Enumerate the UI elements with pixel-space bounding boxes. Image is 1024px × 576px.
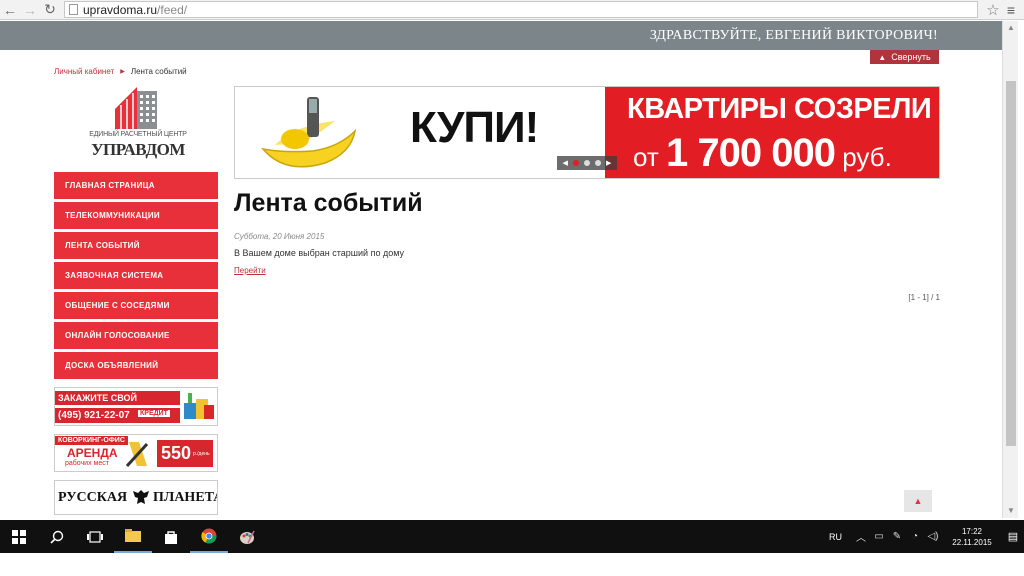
page-icon	[69, 4, 78, 15]
chevron-up-icon: ▲	[878, 52, 887, 62]
paint-cans-icon	[184, 393, 214, 419]
banner-price: 1 700 000	[666, 131, 836, 175]
battery-icon[interactable]: ▭	[870, 531, 888, 542]
url-host: upravdoma.ru	[83, 2, 158, 17]
file-explorer-icon[interactable]	[114, 520, 152, 553]
russian-planet-ad-banner[interactable]: РУССКАЯ ПЛАНЕТА	[54, 480, 218, 515]
cowork-ad-unit: р./день	[193, 451, 210, 457]
notifications-icon[interactable]: ▤	[1002, 530, 1024, 543]
slider-dot-1[interactable]	[572, 160, 579, 166]
page-scrollbar[interactable]: ▲ ▼	[1002, 21, 1018, 518]
slider-dot-2[interactable]	[583, 160, 590, 166]
task-view-icon[interactable]	[76, 520, 114, 553]
logo-subtitle: ЕДИНЫЙ РАСЧЕТНЫЙ ЦЕНТР	[89, 131, 187, 138]
breadcrumb-arrow-icon: ▶	[120, 69, 125, 75]
pagination-info: [1 - 1] / 1	[908, 293, 940, 302]
os-taskbar: RU ︿ ▭ ✎ ◔ ◁) 17:22 22.11.2015 ▤	[0, 520, 1024, 553]
pen-icon[interactable]: ✎	[888, 531, 906, 542]
slider-controls: ◀ ▶	[557, 156, 617, 170]
scroll-up-arrow-icon[interactable]: ▲	[1003, 21, 1019, 35]
bookmark-star-icon[interactable]: ☆	[984, 1, 1002, 19]
screen-bottom-margin	[0, 553, 1024, 576]
search-icon[interactable]	[38, 520, 76, 553]
double-eagle-icon	[133, 490, 149, 504]
banner-left-panel: КУПИ!	[235, 87, 605, 178]
slider-next-icon[interactable]: ▶	[606, 159, 611, 167]
clock-time: 17:22	[961, 526, 983, 536]
event-date: Суббота, 20 Июня 2015	[234, 232, 325, 241]
collapse-button[interactable]: ▲ Свернуть	[870, 50, 939, 64]
sidebar-item-home[interactable]: ГЛАВНАЯ СТРАНИЦА	[54, 172, 218, 199]
scroll-down-arrow-icon[interactable]: ▼	[1003, 504, 1019, 518]
tools-icon	[125, 442, 149, 468]
sidebar-item-neighbors[interactable]: ОБЩЕНИЕ С СОСЕДЯМИ	[54, 292, 218, 319]
sidebar-item-requests[interactable]: ЗАЯВОЧНАЯ СИСТЕМА	[54, 262, 218, 289]
logo-name: УПРАВДОМ	[91, 140, 185, 159]
chevron-up-icon[interactable]: ︿	[852, 529, 870, 544]
store-icon[interactable]	[152, 520, 190, 553]
sidebar-item-feed[interactable]: ЛЕНТА СОБЫТИЙ	[54, 232, 218, 259]
sidebar-nav: ГЛАВНАЯ СТРАНИЦА ТЕЛЕКОММУНИКАЦИИ ЛЕНТА …	[54, 172, 218, 382]
system-tray: RU ︿ ▭ ✎ ◔ ◁) 17:22 22.11.2015 ▤	[829, 520, 1024, 553]
sidebar-item-voting[interactable]: ОНЛАЙН ГОЛОСОВАНИЕ	[54, 322, 218, 349]
chrome-icon[interactable]	[190, 520, 228, 553]
scrollbar-thumb[interactable]	[1006, 81, 1016, 446]
repair-ad-headline: ЗАКАЖИТЕ СВОЙ РЕМОНТ!	[55, 391, 180, 417]
browser-menu-icon[interactable]: ≡	[1002, 2, 1020, 18]
banner-right-panel: КВАРТИРЫ СОЗРЕЛИ от 1 700 000 руб.	[605, 87, 939, 178]
banner-headline: КВАРТИРЫ СОЗРЕЛИ	[627, 93, 932, 125]
clock-date: 22.11.2015	[952, 537, 992, 547]
cowork-ad-label: КОВОРКИНГ-ОФИС	[55, 436, 128, 445]
event-text: В Вашем доме выбран старший по дому	[234, 248, 404, 258]
user-greeting: ЗДРАВСТВУЙТЕ, ЕВГЕНИЙ ВИКТОРОВИЧ!	[649, 28, 938, 43]
taskbar-clock[interactable]: 17:22 22.11.2015	[942, 526, 1002, 548]
planet-ad-word1: РУССКАЯ	[58, 490, 128, 505]
event-open-link[interactable]: Перейти	[234, 266, 266, 275]
banner-price-prefix: от	[633, 142, 659, 172]
breadcrumb: Личный кабинет ▶ Лента событий	[54, 67, 187, 76]
breadcrumb-current: Лента событий	[130, 67, 187, 76]
banner-price-line: от 1 700 000 руб.	[633, 131, 892, 176]
planet-ad-word2: ПЛАНЕТА	[153, 490, 218, 505]
paint-app-icon[interactable]	[228, 520, 266, 553]
url-path: /feed/	[157, 2, 188, 17]
banana-phone-icon	[261, 97, 357, 168]
sidebar-item-telecom[interactable]: ТЕЛЕКОММУНИКАЦИИ	[54, 202, 218, 229]
back-arrow-icon[interactable]: ←	[0, 0, 20, 20]
coworking-ad-banner[interactable]: КОВОРКИНГ-ОФИС АРЕНДА рабочих мест 550 р…	[54, 434, 218, 472]
slider-prev-icon[interactable]: ◀	[563, 159, 568, 167]
promo-banner[interactable]: КУПИ! КВАРТИРЫ СОЗРЕЛИ от 1 700 000 руб.…	[234, 86, 940, 179]
building-logo-icon	[115, 87, 157, 129]
page-title: Лента событий	[234, 189, 423, 217]
reload-icon[interactable]: ↻	[40, 0, 60, 20]
repair-ad-banner[interactable]: ЗАКАЖИТЕ СВОЙ РЕМОНТ! (495) 921-22-07 КР…	[54, 387, 218, 426]
arrow-up-icon: ▲	[913, 496, 923, 506]
collapse-label: Свернуть	[891, 52, 931, 62]
banner-buy-text: КУПИ!	[410, 103, 539, 152]
language-indicator[interactable]: RU	[829, 532, 842, 542]
address-bar[interactable]: upravdoma.ru/feed/	[64, 1, 978, 18]
cowork-ad-subtitle: рабочих мест	[65, 460, 109, 467]
browser-toolbar: ← → ↻ upravdoma.ru/feed/ ☆ ≡	[0, 0, 1024, 20]
cowork-ad-title: АРЕНДА	[67, 446, 118, 460]
scroll-to-top-button[interactable]: ▲	[904, 490, 932, 512]
breadcrumb-link-cabinet[interactable]: Личный кабинет	[54, 67, 114, 76]
forward-arrow-icon[interactable]: →	[20, 0, 40, 20]
site-logo[interactable]: ЕДИНЫЙ РАСЧЕТНЫЙ ЦЕНТР УПРАВДОМ	[88, 87, 188, 164]
slider-dot-3[interactable]	[595, 160, 601, 166]
repair-ad-credit: КРЕДИТ	[138, 410, 170, 417]
wifi-icon[interactable]: ◔	[906, 531, 924, 542]
banner-price-suffix: руб.	[842, 142, 892, 172]
site-header: ЗДРАВСТВУЙТЕ, ЕВГЕНИЙ ВИКТОРОВИЧ!	[0, 21, 1002, 50]
windows-start-icon[interactable]	[0, 520, 38, 553]
sidebar-item-board[interactable]: ДОСКА ОБЪЯВЛЕНИЙ	[54, 352, 218, 379]
volume-icon[interactable]: ◁)	[924, 531, 942, 542]
